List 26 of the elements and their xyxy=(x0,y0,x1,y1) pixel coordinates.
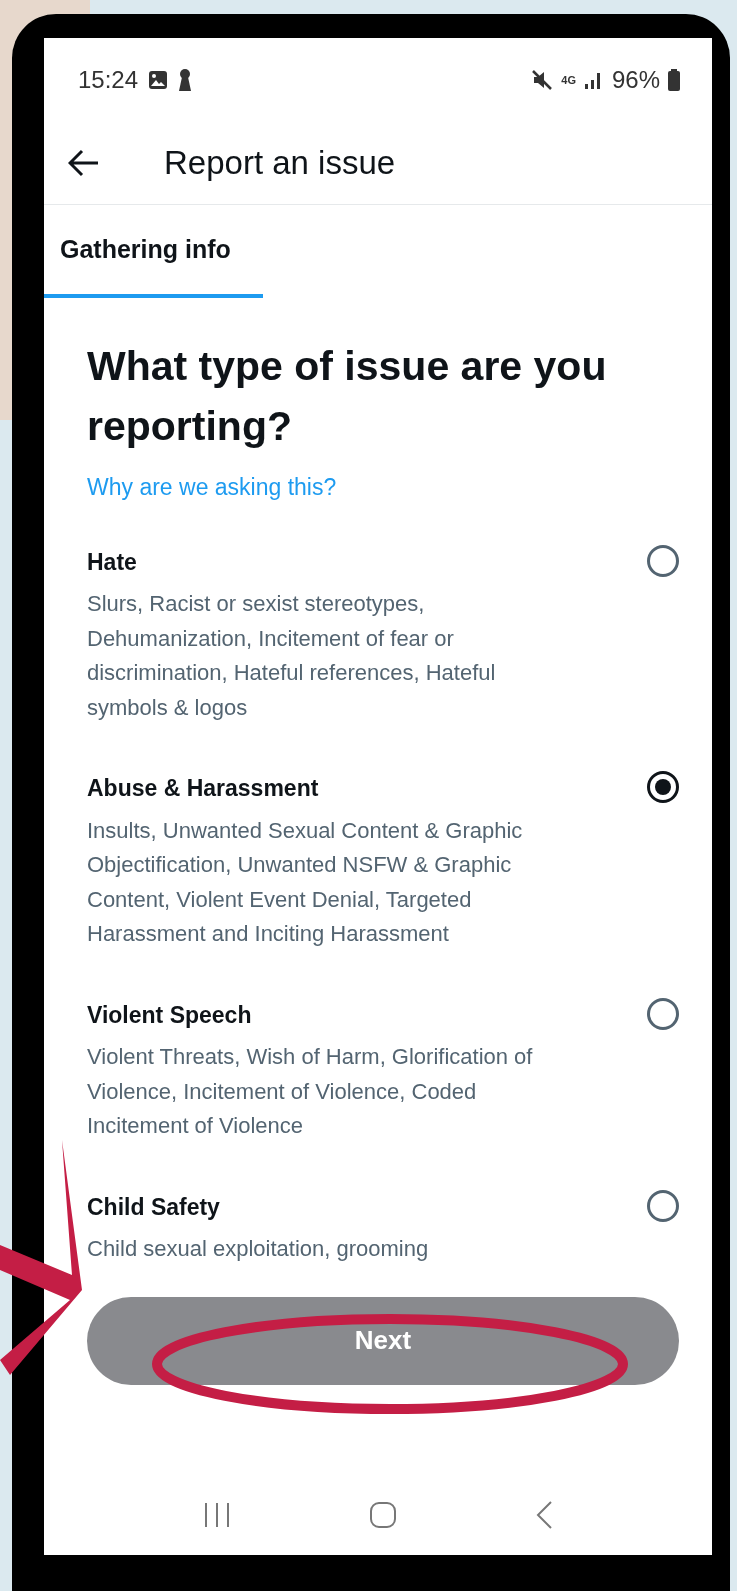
radio-button[interactable] xyxy=(647,997,679,1030)
option-description: Slurs, Racist or sexist stereotypes, Dehumanization, Incitement of fear or discrimination, Hateful references, Hateful symbols & logos xyxy=(87,590,497,722)
option-title[interactable]: Abuse & Harassment xyxy=(87,771,567,806)
radio-button[interactable] xyxy=(647,544,679,577)
status-time: 15:24 xyxy=(78,65,139,95)
network-label: 4G xyxy=(561,74,576,86)
recent-apps-icon[interactable] xyxy=(203,1502,231,1528)
option-description: Insults, Unwanted Sexual Content & Graphic Objectification, Unwanted NSFW & Graphic Content, Violent Event Denial, Targeted Harassment and Inciting Harassment xyxy=(87,816,524,948)
battery-level: 96% xyxy=(611,65,660,95)
radio-button[interactable] xyxy=(647,771,679,803)
image-icon xyxy=(148,70,169,90)
option-title[interactable]: Violent Speech xyxy=(87,997,567,1032)
keyhole-icon xyxy=(178,69,193,91)
tab[interactable]: Gathering info xyxy=(44,205,263,298)
back-icon[interactable] xyxy=(535,1500,553,1530)
option-description: Violent Threats, Wish of Harm, Glorification of Violence, Incitement of Violence, Coded Incitement of Violence xyxy=(87,1043,534,1140)
option-title[interactable]: Child Safety xyxy=(87,1189,567,1224)
question-heading: What type of issue are you reporting? xyxy=(87,342,608,451)
battery-icon xyxy=(668,69,680,91)
radio-button[interactable] xyxy=(647,1189,679,1222)
option-description: Child sexual exploitation, grooming xyxy=(87,1235,430,1263)
page-title: Report an issue xyxy=(164,143,396,184)
back-arrow-icon[interactable] xyxy=(68,149,100,177)
mute-icon xyxy=(531,69,554,91)
option-title[interactable]: Hate xyxy=(87,544,567,579)
home-icon[interactable] xyxy=(369,1501,397,1529)
